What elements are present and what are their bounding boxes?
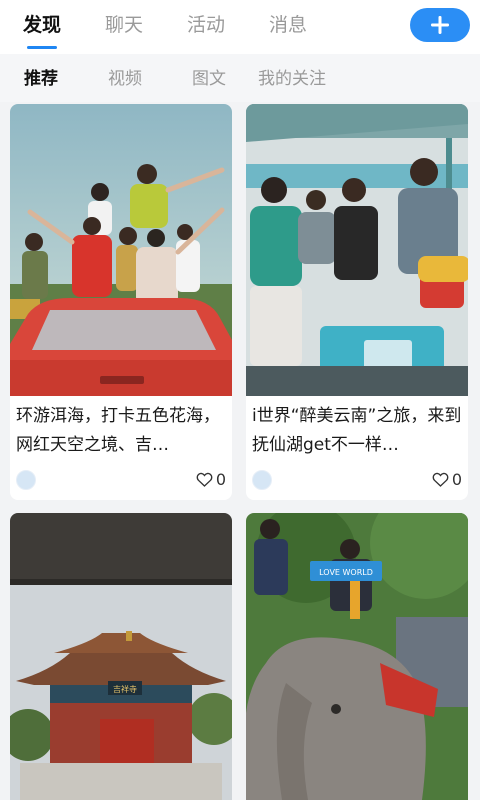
- like-count: 0: [451, 469, 462, 489]
- tab-recommended[interactable]: 推荐: [24, 67, 58, 91]
- author-avatar[interactable]: [252, 470, 272, 490]
- post-photo-boat: [246, 104, 468, 396]
- add-post-button[interactable]: [410, 8, 470, 42]
- author-avatar[interactable]: [16, 470, 36, 490]
- post-card[interactable]: 吉祥寺: [10, 513, 232, 800]
- top-navigation: 发现 聊天 活动 消息: [0, 0, 480, 54]
- banner-text: LOVE WORLD: [319, 568, 373, 577]
- post-photo-temple: 吉祥寺: [10, 513, 232, 800]
- post-card[interactable]: i世界“醉美云南”之旅，来到抚仙湖get不一样… 0: [246, 104, 468, 500]
- tab-chat[interactable]: 聊天: [105, 12, 143, 38]
- like-button[interactable]: 0: [196, 468, 226, 490]
- active-tab-indicator: [27, 46, 57, 49]
- tab-messages[interactable]: 消息: [269, 12, 307, 38]
- tab-video[interactable]: 视频: [108, 67, 142, 91]
- plus-icon: [431, 16, 449, 34]
- post-photo-group-car: [10, 104, 232, 396]
- heart-icon: [196, 472, 213, 487]
- post-card[interactable]: LOVE WORLD: [246, 513, 468, 800]
- content-filter-tabs: 推荐 视频 图文 我的关注: [0, 54, 480, 102]
- post-photo-elephant: LOVE WORLD: [246, 513, 468, 800]
- tab-discover[interactable]: 发现: [23, 12, 61, 38]
- like-button[interactable]: 0: [432, 468, 462, 490]
- post-title: 环游洱海，打卡五色花海，网红天空之境、吉…: [16, 406, 220, 455]
- tab-activity[interactable]: 活动: [187, 12, 225, 38]
- post-card[interactable]: 环游洱海，打卡五色花海，网红天空之境、吉… 0: [10, 104, 232, 500]
- tab-image-text[interactable]: 图文: [192, 67, 226, 91]
- tab-following[interactable]: 我的关注: [258, 67, 326, 91]
- temple-sign: 吉祥寺: [113, 684, 137, 694]
- like-count: 0: [215, 469, 226, 489]
- post-title: i世界“醉美云南”之旅，来到抚仙湖get不一样…: [252, 406, 462, 455]
- heart-icon: [432, 472, 449, 487]
